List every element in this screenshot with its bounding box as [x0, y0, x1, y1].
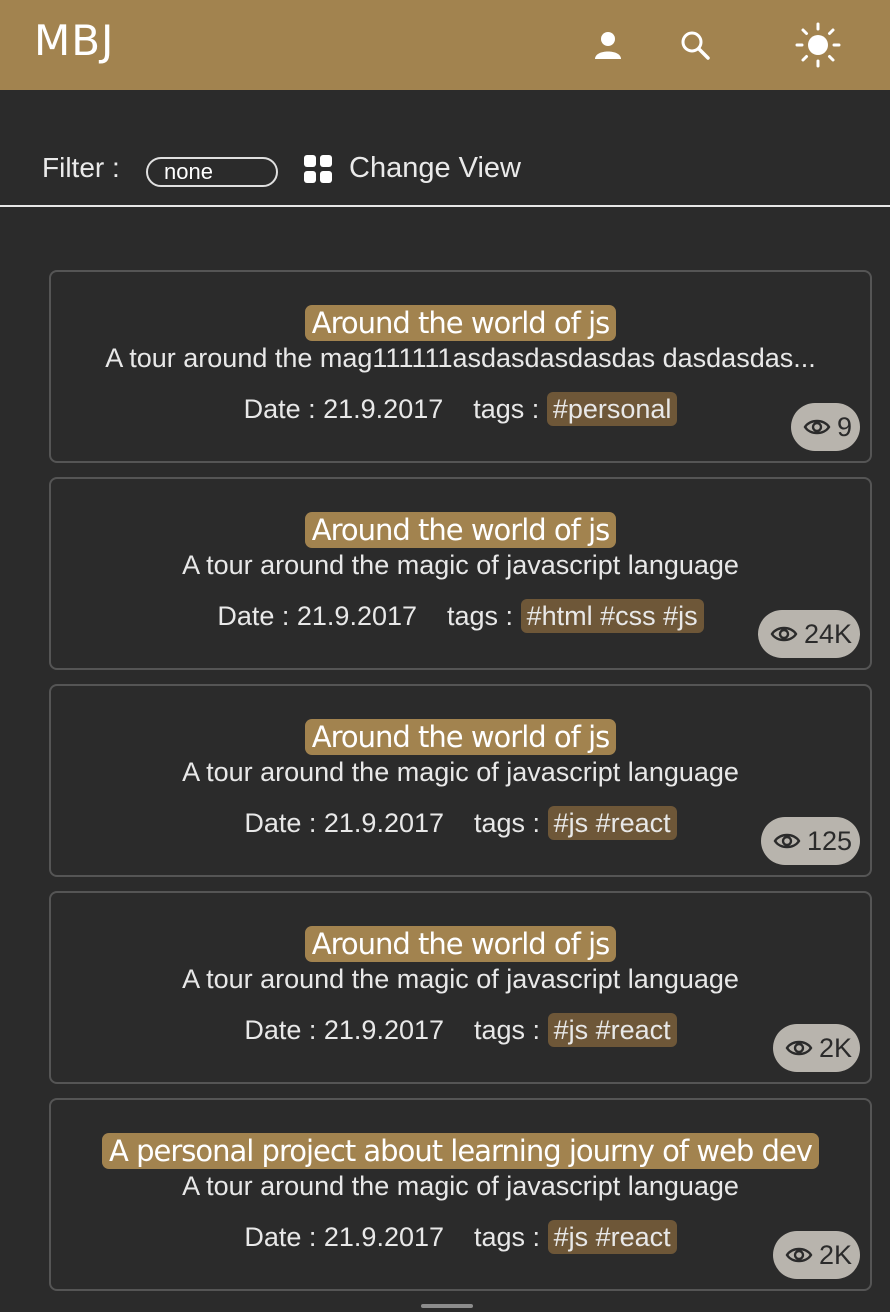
post-meta: Date : 21.9.2017 tags : #js #react	[51, 1220, 870, 1254]
tags-label: tags :	[473, 394, 540, 424]
post-tags[interactable]: #js #react	[547, 1220, 677, 1254]
post-title[interactable]: Around the world of js	[304, 512, 617, 548]
eye-icon	[785, 1247, 813, 1263]
scroll-indicator	[421, 1304, 473, 1308]
view-count: 2K	[818, 1239, 852, 1270]
user-icon[interactable]	[583, 20, 633, 70]
tags-label: tags :	[474, 1222, 541, 1252]
post-title[interactable]: Around the world of js	[304, 926, 617, 962]
post-tags[interactable]: #js #react	[547, 806, 677, 840]
filter-bar: Filter : none Change View	[0, 90, 890, 207]
search-icon[interactable]	[670, 20, 720, 70]
brand-logo[interactable]: MBJ	[34, 16, 114, 65]
view-count: 24K	[803, 618, 852, 649]
sun-icon[interactable]	[793, 20, 843, 70]
post-meta: Date : 21.9.2017 tags : #html #css #js	[51, 599, 870, 633]
post-date: Date : 21.9.2017	[244, 808, 445, 838]
view-count-badge: 24K	[757, 610, 860, 658]
eye-icon	[773, 833, 801, 849]
post-description: A tour around the magic of javascript la…	[182, 964, 739, 994]
post-card[interactable]: A personal project about learning journy…	[49, 1098, 872, 1291]
tags-label: tags :	[474, 808, 541, 838]
post-card[interactable]: Around the world of js A tour around the…	[49, 891, 872, 1084]
post-meta: Date : 21.9.2017 tags : #js #react	[51, 806, 870, 840]
change-view-button[interactable]: Change View	[349, 152, 521, 185]
post-title[interactable]: A personal project about learning journy…	[102, 1133, 819, 1169]
post-date: Date : 21.9.2017	[217, 601, 418, 631]
post-card[interactable]: Around the world of js A tour around the…	[49, 270, 872, 463]
filter-label: Filter :	[42, 152, 120, 183]
filter-select[interactable]: none	[146, 157, 278, 187]
post-tags[interactable]: #html #css #js	[520, 599, 704, 633]
app-header: MBJ	[0, 0, 890, 90]
post-card[interactable]: Around the world of js A tour around the…	[49, 477, 872, 670]
post-tags[interactable]: #js #react	[547, 1013, 677, 1047]
eye-icon	[785, 1040, 813, 1056]
view-count: 125	[806, 825, 852, 856]
post-card[interactable]: Around the world of js A tour around the…	[49, 684, 872, 877]
view-count-badge: 2K	[772, 1024, 860, 1072]
post-description: A tour around the magic of javascript la…	[182, 757, 739, 787]
post-date: Date : 21.9.2017	[244, 1015, 445, 1045]
view-count-badge: 125	[760, 817, 860, 865]
post-tags[interactable]: #personal	[546, 392, 678, 426]
post-date: Date : 21.9.2017	[243, 394, 444, 424]
post-date: Date : 21.9.2017	[244, 1222, 445, 1252]
view-count-badge: 9	[790, 403, 860, 451]
eye-icon	[803, 419, 831, 435]
eye-icon	[770, 626, 798, 642]
tags-label: tags :	[474, 1015, 541, 1045]
post-title[interactable]: Around the world of js	[304, 719, 617, 755]
post-description: A tour around the magic of javascript la…	[182, 1171, 739, 1201]
view-count-badge: 2K	[772, 1231, 860, 1279]
post-meta: Date : 21.9.2017 tags : #personal	[51, 392, 870, 426]
post-description: A tour around the mag111111asdasdasdasda…	[105, 343, 816, 373]
post-title[interactable]: Around the world of js	[304, 305, 617, 341]
view-count: 2K	[818, 1032, 852, 1063]
tags-label: tags :	[447, 601, 514, 631]
post-meta: Date : 21.9.2017 tags : #js #react	[51, 1013, 870, 1047]
view-count: 9	[836, 411, 852, 442]
grid-view-icon[interactable]	[303, 154, 333, 184]
post-description: A tour around the magic of javascript la…	[182, 550, 739, 580]
